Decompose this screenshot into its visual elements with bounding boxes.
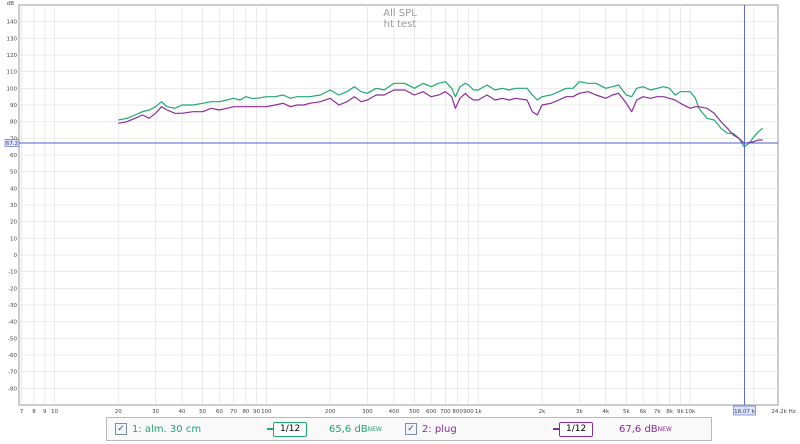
legend-item-2: ✓ 2: plug xyxy=(405,418,457,440)
x-tick-label: 30 xyxy=(152,409,159,415)
x-tick-label: 9 xyxy=(43,409,47,415)
y-tick-label: 110 xyxy=(7,70,18,76)
x-tick-label: 900 xyxy=(463,409,474,415)
x-tick-label: 40 xyxy=(179,409,186,415)
y-tick-label: 100 xyxy=(7,86,18,92)
series-2-level-value: 67,6 dB xyxy=(619,423,658,435)
legend-item-1: ✓ 1: alm. 30 cm xyxy=(115,418,201,440)
y-tick-label: 30 xyxy=(10,203,17,209)
chart-subtitle: ht test xyxy=(384,19,417,30)
x-tick-label: 4k xyxy=(602,409,609,415)
spl-chart[interactable]: 1401301201101009080706050403020100-10-20… xyxy=(0,0,800,416)
series-1-smoothing[interactable]: 1/12 xyxy=(267,418,308,440)
series-1-checkbox[interactable]: ✓ xyxy=(115,423,127,435)
x-tick-label: 70 xyxy=(230,409,237,415)
y-tick-label: 90 xyxy=(10,103,17,109)
series-1-smoothing-value: 1/12 xyxy=(273,421,308,437)
y-tick-label: 0 xyxy=(14,253,18,259)
y-tick-label: -60 xyxy=(8,353,17,359)
series-2-smoothing[interactable]: 1/12 xyxy=(553,418,594,440)
x-tick-label: 6k xyxy=(640,409,647,415)
x-tick-label: 90 xyxy=(253,409,260,415)
x-tick-label: 10 xyxy=(51,409,58,415)
x-tick-label: 400 xyxy=(389,409,400,415)
series-1-label: 1: alm. 30 cm xyxy=(132,423,202,435)
y-tick-label: -70 xyxy=(8,370,17,376)
x-tick-label: 7 xyxy=(20,409,24,415)
y-tick-label: 140 xyxy=(7,20,18,26)
x-tick-label: 50 xyxy=(199,409,206,415)
series-1-level: 65,6 dB NEW xyxy=(329,418,382,440)
y-tick-label: 40 xyxy=(10,186,17,192)
x-tick-label: 2k xyxy=(539,409,546,415)
y-tick-label: -50 xyxy=(8,336,17,342)
y-tick-label: -80 xyxy=(8,386,17,392)
x-tick-label: 8 xyxy=(32,409,36,415)
y-axis-label: dB xyxy=(7,1,14,7)
x-tick-label: 100 xyxy=(261,409,272,415)
series-2-smoothing-value: 1/12 xyxy=(559,421,594,437)
x-tick-label: 700 xyxy=(440,409,451,415)
series-1-level-tag: NEW xyxy=(367,425,382,433)
x-tick-label: 1k xyxy=(475,409,482,415)
x-tick-label: 80 xyxy=(242,409,249,415)
y-tick-label: 50 xyxy=(10,170,17,176)
y-tick-label: 120 xyxy=(7,53,18,59)
x-tick-label: 9k xyxy=(677,409,684,415)
cursor-freq-label: 18.07 k xyxy=(734,409,755,415)
y-tick-label: -20 xyxy=(8,286,17,292)
x-tick-label: 8k xyxy=(666,409,673,415)
x-tick-label: 7k xyxy=(654,409,661,415)
y-tick-label: -30 xyxy=(8,303,17,309)
y-tick-label: 130 xyxy=(7,36,18,42)
y-tick-label: 10 xyxy=(10,236,17,242)
series-2-level: 67,6 dB NEW xyxy=(619,418,672,440)
cursor-spl-label: 67.2 xyxy=(6,141,18,147)
x-tick-label: 60 xyxy=(216,409,223,415)
x-tick-label: 20 xyxy=(115,409,122,415)
series-1-level-value: 65,6 dB xyxy=(329,423,368,435)
y-tick-label: -40 xyxy=(8,320,17,326)
y-tick-label: 20 xyxy=(10,220,17,226)
series-2-checkbox[interactable]: ✓ xyxy=(405,423,417,435)
y-tick-label: 80 xyxy=(10,120,17,126)
x-tick-label: 300 xyxy=(362,409,373,415)
series-2-label: 2: plug xyxy=(422,423,457,435)
x-tick-label: 10k xyxy=(685,409,696,415)
x-tick-label: 5k xyxy=(623,409,630,415)
x-tick-label: 200 xyxy=(325,409,336,415)
x-tick-label: 500 xyxy=(409,409,420,415)
x-tick-label: 3k xyxy=(576,409,583,415)
y-tick-label: -10 xyxy=(8,270,17,276)
y-tick-label: 60 xyxy=(10,153,17,159)
x-tick-label: 800 xyxy=(452,409,463,415)
series-2-level-tag: NEW xyxy=(657,425,672,433)
legend-panel: ✓ 1: alm. 30 cm 1/12 65,6 dB NEW ✓ 2: plu… xyxy=(106,417,712,441)
x-tick-label: 600 xyxy=(426,409,437,415)
x-tick-label: 24.2k Hz xyxy=(771,409,795,415)
chart-title: All SPL xyxy=(383,8,417,19)
chart-grid xyxy=(18,4,779,406)
